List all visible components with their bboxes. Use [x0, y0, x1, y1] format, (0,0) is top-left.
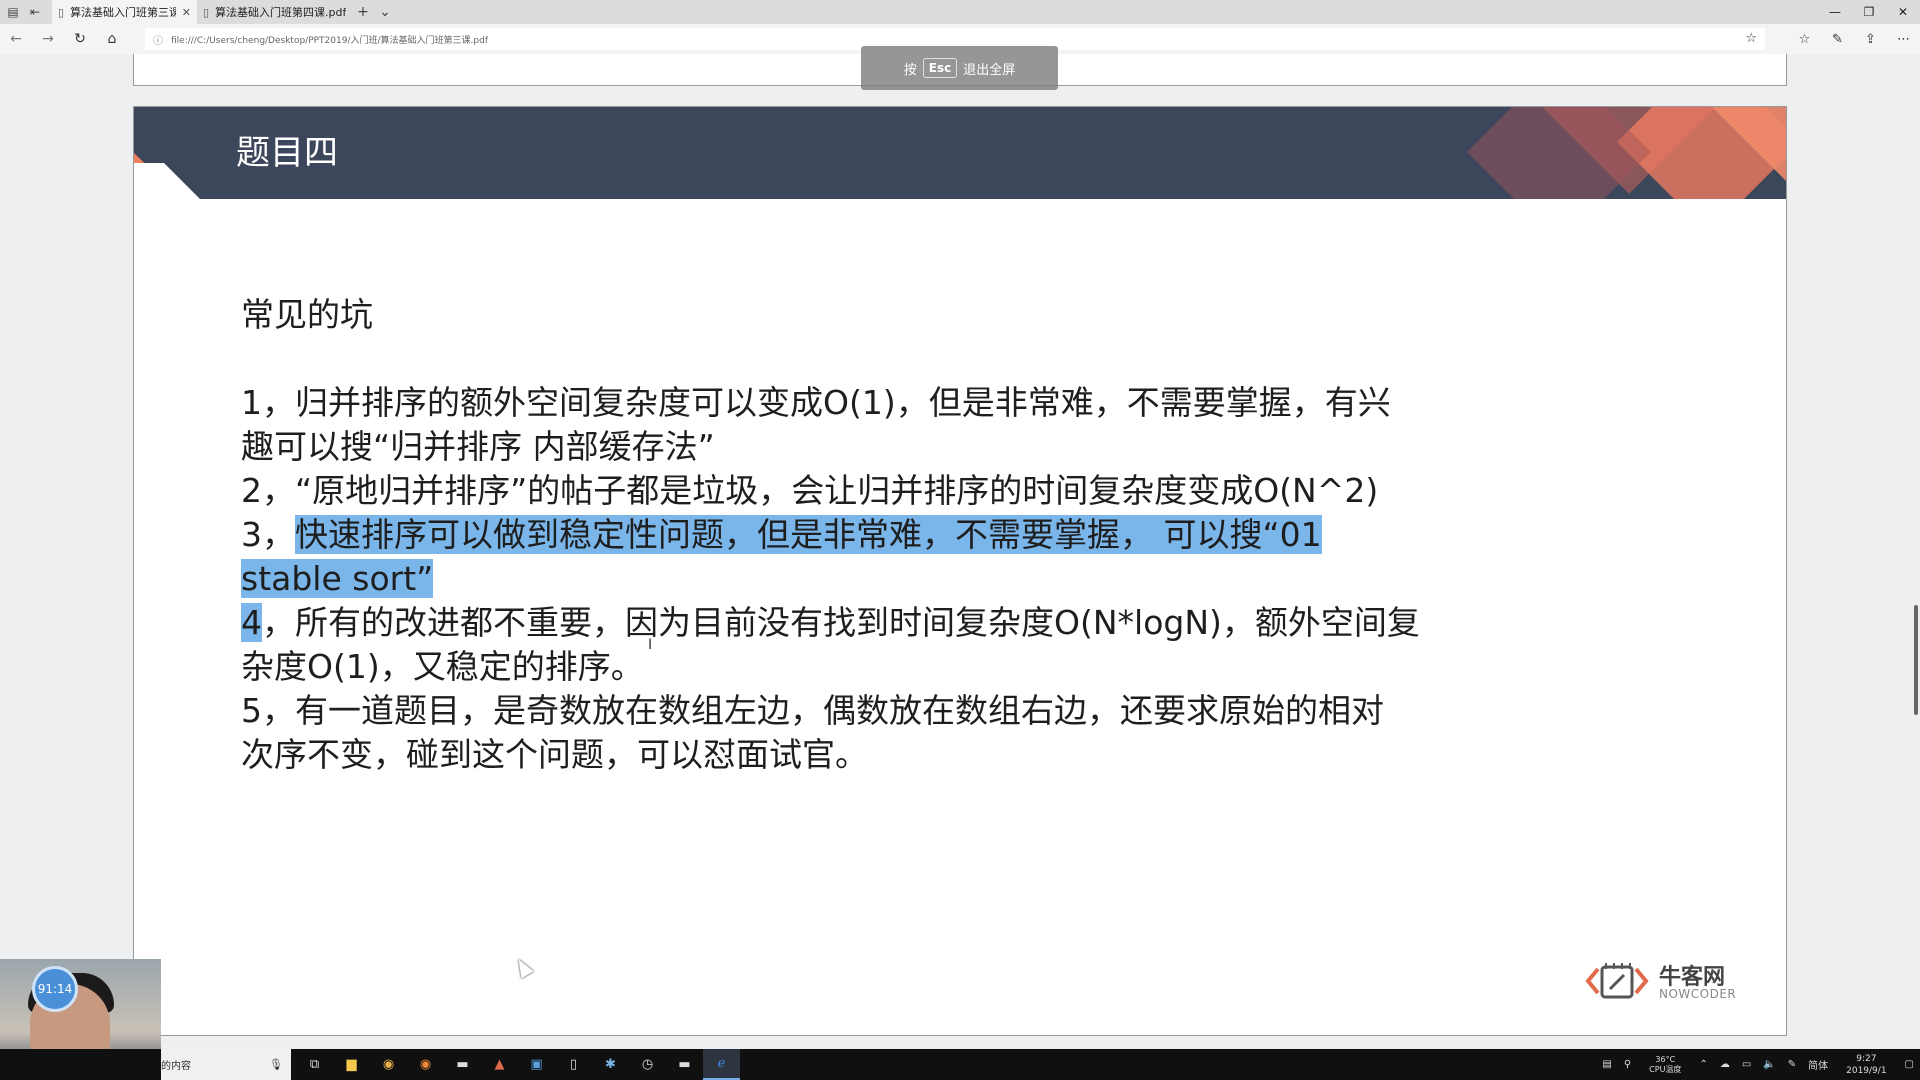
app-icon[interactable]: ▬: [444, 1049, 481, 1080]
list-item: 1，归并排序的额外空间复杂度可以变成O(1)，但是非常难，不需要掌握，有兴: [241, 383, 1391, 422]
tab-label: 算法基础入门班第三课.pdf: [70, 6, 176, 19]
share-icon[interactable]: ⇪: [1854, 24, 1887, 54]
section-heading: 常见的坑: [241, 295, 373, 334]
cpu-temp-label: CPU温度: [1649, 1064, 1682, 1074]
tray-app-icon[interactable]: ▤: [1596, 1059, 1617, 1070]
app-icon[interactable]: ▣: [518, 1049, 555, 1080]
list-item: 趣可以搜“归并排序 内部缓存法”: [241, 427, 715, 466]
cloud-icon[interactable]: ☁: [1714, 1059, 1736, 1070]
volume-icon[interactable]: 🔈: [1757, 1059, 1781, 1070]
system-tray: ▤ ⚲ 36°C CPU温度 ⌃ ☁ ▭ 🔈 ✎ 简体 9:27 2019/9/1 …: [1596, 1049, 1920, 1080]
url-text: file:///C:/Users/cheng/Desktop/PPT2019/入…: [171, 35, 488, 46]
notification-icon[interactable]: ▢: [1899, 1059, 1920, 1070]
pen-icon[interactable]: ✎: [1782, 1059, 1802, 1070]
star-icon[interactable]: ☆: [1745, 31, 1757, 46]
forward-arrow-icon[interactable]: →: [32, 24, 64, 54]
list-item: stable sort”: [241, 557, 1571, 601]
scroll-thumb[interactable]: [1914, 605, 1918, 715]
network-icon[interactable]: ▭: [1736, 1059, 1757, 1070]
hint-suffix: 退出全屏: [963, 62, 1016, 78]
app-icon[interactable]: ✱: [592, 1049, 629, 1080]
list-item: 4，所有的改进都不重要，因为目前没有找到时间复杂度O(N*logN)，额外空间复: [241, 601, 1571, 645]
exit-fullscreen-hint: 按 Esc 退出全屏: [861, 46, 1058, 90]
slide-content[interactable]: 常见的坑 1，归并排序的额外空间复杂度可以变成O(1)，但是非常难，不需要掌握，…: [241, 293, 1571, 777]
taskbar: 的内容 🎙 ⧉ ▆ ◉ ◉ ▬ ▲ ▣ ▯ ✱ ◷ ▬ ℯ ▤ ⚲ 36°C CP…: [0, 1049, 1920, 1080]
tab-strip: ▤ ⇤ ▯ 算法基础入门班第三课.pdf ✕ ▯ 算法基础入门班第四课.pdf …: [0, 0, 1920, 24]
list-item: 5，有一道题目，是奇数放在数组左边，偶数放在数组右边，还要求原始的相对: [241, 691, 1384, 730]
tab-lesson-3[interactable]: ▯ 算法基础入门班第三课.pdf ✕: [52, 0, 197, 24]
edge-icon[interactable]: ℯ: [703, 1049, 740, 1080]
slide-title: 题目四: [236, 133, 338, 173]
app-icon[interactable]: ◷: [629, 1049, 666, 1080]
item-text: ，所有的改进都不重要，因为目前没有找到时间复杂度O(N*logN)，额外空间复: [262, 603, 1420, 642]
new-tab-icon[interactable]: +: [352, 0, 374, 24]
pdf-viewer[interactable]: 题目四 常见的坑 1，归并排序的额外空间复杂度可以变成O(1)，但是非常难，不需…: [0, 54, 1920, 1049]
pdf-page: 题目四 常见的坑 1，归并排序的额外空间复杂度可以变成O(1)，但是非常难，不需…: [133, 106, 1787, 1036]
app-icon[interactable]: ▲: [481, 1049, 518, 1080]
selected-text[interactable]: 4: [241, 603, 262, 642]
logo-icon: [1585, 963, 1649, 999]
home-icon[interactable]: ⌂: [96, 24, 128, 54]
more-icon[interactable]: ⋯: [1887, 24, 1920, 54]
list-item: 次序不变，碰到这个问题，可以怼面试官。: [241, 735, 868, 774]
chevron-down-icon[interactable]: ⌄: [374, 0, 396, 24]
pdf-doc-icon: ▯: [58, 5, 65, 19]
notepad-icon[interactable]: ▯: [555, 1049, 592, 1080]
slide-header: 题目四: [134, 107, 1786, 199]
app-icon[interactable]: ▬: [666, 1049, 703, 1080]
text-cursor-icon: I: [648, 637, 653, 653]
esc-key: Esc: [922, 58, 958, 78]
ime-indicator[interactable]: 简体: [1802, 1057, 1834, 1072]
close-window-icon[interactable]: ✕: [1886, 0, 1920, 24]
tab-lesson-4[interactable]: ▯ 算法基础入门班第四课.pdf: [197, 0, 352, 24]
logo-subtext: NOWCODER: [1659, 987, 1737, 1001]
pdf-doc-icon: ▯: [203, 5, 210, 19]
file-explorer-icon[interactable]: ▆: [333, 1049, 370, 1080]
decor-shape: [134, 163, 204, 199]
cpu-temperature: 36°C CPU温度: [1637, 1055, 1693, 1075]
tray-app-icon[interactable]: ⚲: [1618, 1059, 1637, 1070]
list-item: 3，快速排序可以做到稳定性问题，但是非常难，不需要掌握， 可以搜“01: [241, 513, 1571, 557]
clock[interactable]: 9:27 2019/9/1: [1834, 1053, 1898, 1077]
restore-icon[interactable]: ❐: [1852, 0, 1886, 24]
toolbar-right: ☆ ✎ ⇪ ⋯: [1788, 24, 1920, 54]
pen-icon[interactable]: ✎: [1821, 24, 1854, 54]
search-text: 的内容: [161, 1061, 191, 1072]
scrollbar[interactable]: [1908, 54, 1920, 1049]
list-item: 杂度O(1)，又稳定的排序。: [241, 647, 644, 686]
minimize-icon[interactable]: —: [1818, 0, 1852, 24]
favorites-icon[interactable]: ☆: [1788, 24, 1821, 54]
info-icon[interactable]: ⓘ: [153, 32, 163, 47]
taskbar-apps: ⧉ ▆ ◉ ◉ ▬ ▲ ▣ ▯ ✱ ◷ ▬ ℯ: [296, 1049, 740, 1080]
chrome-icon[interactable]: ◉: [370, 1049, 407, 1080]
firefox-icon[interactable]: ◉: [407, 1049, 444, 1080]
list-item: 2，“原地归并排序”的帖子都是垃圾，会让归并排序的时间复杂度变成O(N^2): [241, 471, 1379, 510]
time: 9:27: [1856, 1053, 1877, 1064]
chevron-up-icon[interactable]: ⌃: [1693, 1059, 1713, 1070]
back-arrow-icon[interactable]: ←: [0, 24, 32, 54]
taskbar-search[interactable]: 的内容 🎙: [161, 1049, 291, 1080]
tab-label: 算法基础入门班第四课.pdf: [215, 6, 346, 19]
tab-actions-icon[interactable]: ▤: [4, 3, 22, 21]
task-view-icon[interactable]: ⧉: [296, 1049, 333, 1080]
hint-prefix: 按: [903, 62, 917, 78]
item-number: 3，: [241, 515, 295, 554]
nowcoder-logo: 牛客网 NOWCODER: [1584, 957, 1737, 1007]
recording-timer: 91:14: [32, 966, 78, 1012]
date: 2019/9/1: [1846, 1065, 1887, 1076]
refresh-icon[interactable]: ↻: [64, 24, 96, 54]
selected-text[interactable]: 快速排序可以做到稳定性问题，但是非常难，不需要掌握， 可以搜“01: [295, 515, 1322, 554]
close-icon[interactable]: ✕: [182, 6, 191, 19]
set-aside-tabs-icon[interactable]: ⇤: [26, 3, 44, 21]
window-controls: — ❐ ✕: [1818, 0, 1920, 24]
cpu-temp-value: 36°C: [1655, 1054, 1676, 1064]
microphone-icon[interactable]: 🎙: [269, 1058, 283, 1071]
selected-text[interactable]: stable sort”: [241, 559, 434, 598]
